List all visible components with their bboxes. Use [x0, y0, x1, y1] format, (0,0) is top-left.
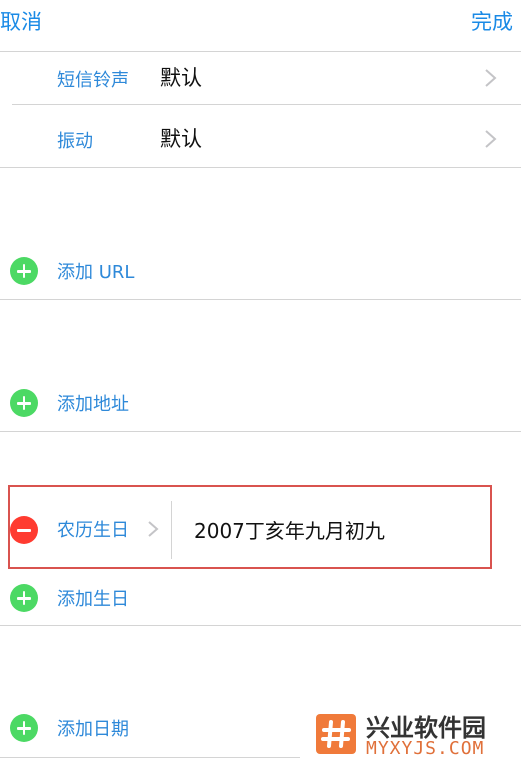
add-icon[interactable]: [10, 389, 38, 417]
section-divider: [0, 167, 521, 168]
cancel-button[interactable]: 取消: [0, 8, 42, 36]
ringtone-value: 默认: [160, 66, 202, 90]
lunar-birthday-value[interactable]: 2007丁亥年九月初九: [194, 515, 385, 544]
add-birthday-label: 添加生日: [57, 589, 129, 610]
section-divider: [0, 299, 521, 300]
section-divider: [0, 431, 521, 432]
add-icon[interactable]: [10, 714, 38, 742]
chevron-right-icon[interactable]: [145, 518, 161, 540]
add-date-label: 添加日期: [57, 719, 129, 740]
chevron-right-icon: [485, 69, 497, 87]
remove-icon[interactable]: [10, 516, 38, 544]
ringtone-label: 短信铃声: [57, 70, 129, 91]
add-icon[interactable]: [10, 257, 38, 285]
add-address-label: 添加地址: [57, 394, 129, 415]
vibration-value: 默认: [160, 127, 202, 151]
done-button[interactable]: 完成: [471, 8, 513, 36]
lunar-birthday-row[interactable]: 农历生日 2007丁亥年九月初九: [0, 501, 521, 559]
vibration-row[interactable]: 振动 默认: [0, 113, 521, 165]
section-divider: [0, 757, 300, 758]
add-icon[interactable]: [10, 584, 38, 612]
add-address-row[interactable]: 添加地址: [0, 389, 521, 429]
watermark: 兴业软件园 MYXYJS.COM: [316, 708, 516, 766]
lunar-birthday-label[interactable]: 农历生日: [57, 516, 129, 542]
row-divider: [12, 104, 521, 105]
vibration-label: 振动: [57, 131, 93, 152]
watermark-url: MYXYJS.COM: [366, 738, 485, 759]
add-url-label: 添加 URL: [57, 262, 135, 283]
section-divider: [0, 625, 521, 626]
add-url-row[interactable]: 添加 URL: [0, 257, 521, 297]
ringtone-row[interactable]: 短信铃声 默认: [0, 52, 521, 104]
chevron-right-icon: [485, 130, 497, 148]
hash-logo-icon: [316, 714, 356, 754]
add-birthday-row[interactable]: 添加生日: [0, 584, 521, 624]
field-divider: [171, 501, 172, 559]
